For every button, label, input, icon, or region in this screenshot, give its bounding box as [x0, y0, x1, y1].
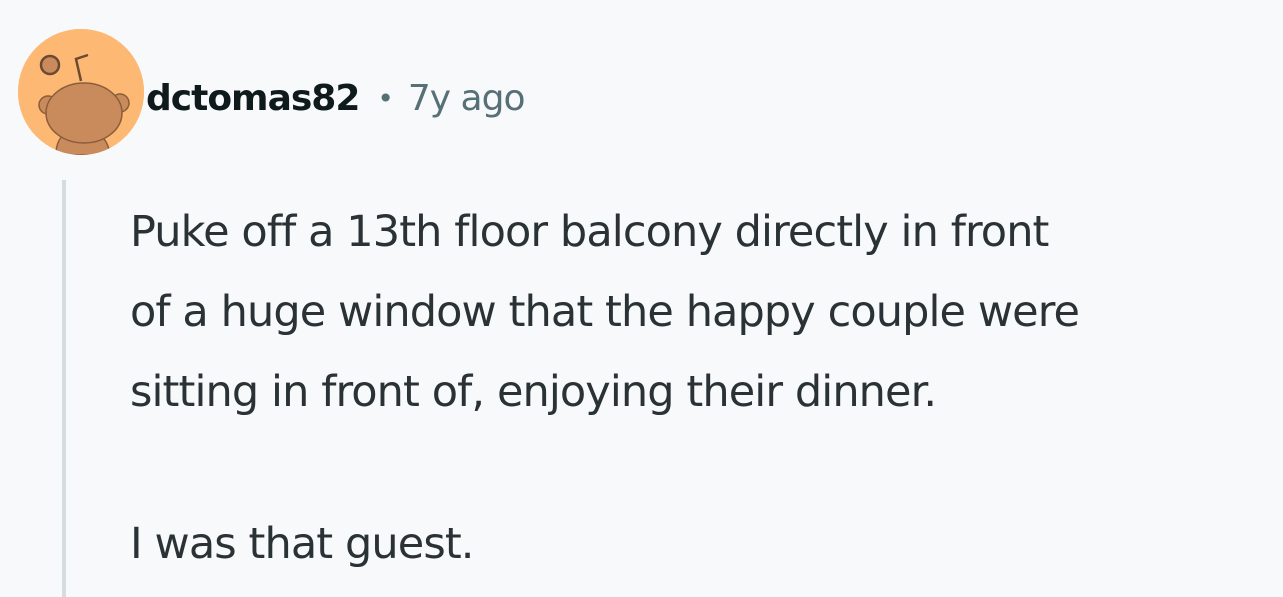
comment: dctomas82 • 7y ago Puke off a 13th floor… [0, 0, 1283, 597]
comment-line-1: Puke off a 13th floor balcony directly i… [130, 207, 1049, 257]
thread-line[interactable] [62, 180, 66, 597]
comment-paragraph-2: I was that guest. [130, 519, 474, 569]
comment-line-3: sitting in front of, enjoying their dinn… [130, 367, 937, 417]
snoo-avatar-icon [18, 29, 144, 155]
comment-meta: dctomas82 • 7y ago [146, 70, 525, 126]
comment-body: Puke off a 13th floor balcony directly i… [130, 192, 1280, 584]
comment-line-2: of a huge window that the happy couple w… [130, 287, 1080, 337]
comment-timestamp[interactable]: 7y ago [408, 78, 526, 119]
meta-separator: • [377, 81, 394, 115]
author-username[interactable]: dctomas82 [146, 78, 360, 119]
avatar[interactable] [18, 29, 144, 155]
